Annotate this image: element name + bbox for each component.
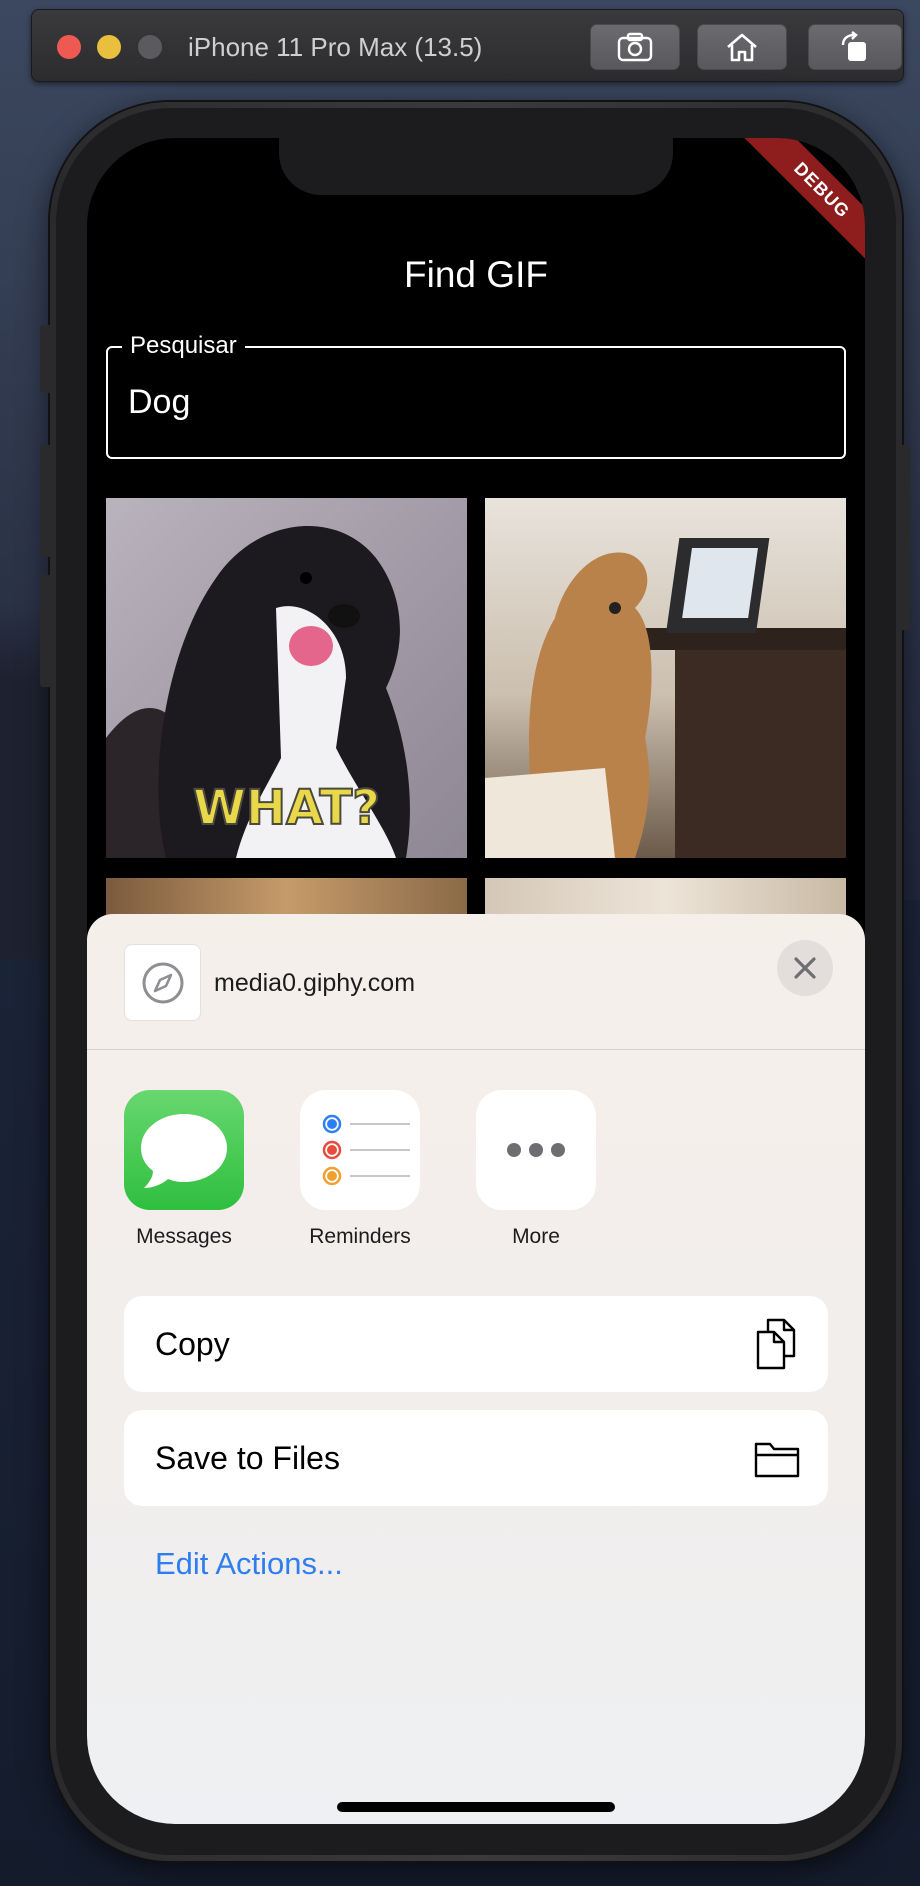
share-sheet: media0.giphy.com Messages Reminders More… — [87, 914, 865, 1824]
search-value[interactable]: Dog — [128, 380, 190, 424]
home-indicator[interactable] — [337, 1802, 615, 1812]
gif-tile[interactable] — [106, 878, 467, 918]
edit-actions-link[interactable]: Edit Actions... — [155, 1544, 343, 1584]
share-messages-button[interactable] — [124, 1090, 244, 1210]
share-app-label: More — [512, 1225, 560, 1248]
mute-switch — [40, 325, 54, 393]
app-title: Find GIF — [404, 254, 548, 295]
volume-down-button — [40, 575, 54, 687]
home-icon — [727, 33, 757, 62]
close-icon — [794, 957, 816, 979]
share-url-host: media0.giphy.com — [214, 969, 416, 997]
close-share-sheet-button[interactable] — [777, 940, 833, 996]
folder-icon — [754, 1442, 800, 1478]
compass-icon — [142, 962, 183, 1003]
copy-icon — [756, 1318, 796, 1370]
action-label: Save to Files — [155, 1440, 340, 1476]
simulator-title: iPhone 11 Pro Max (13.5) — [188, 32, 483, 62]
share-app-label: Reminders — [309, 1225, 411, 1248]
camera-icon — [617, 32, 653, 62]
messages-icon — [141, 1114, 227, 1188]
share-sheet-header: media0.giphy.com — [87, 914, 865, 1050]
notch — [279, 138, 673, 195]
share-app-label: Messages — [136, 1225, 232, 1248]
shiba-laptop-gif-image — [485, 538, 846, 858]
rotate-icon — [841, 31, 866, 61]
reminders-icon — [322, 1114, 410, 1186]
copy-action-button[interactable]: Copy — [124, 1296, 828, 1392]
device-screen: DEBUG Find GIF Pesquisar Dog WHAT? media… — [87, 138, 865, 1824]
rotate-button[interactable] — [808, 24, 902, 70]
site-thumbnail — [124, 944, 201, 1021]
minimize-window-button[interactable] — [97, 35, 121, 59]
gif-caption: WHAT? — [192, 779, 381, 837]
zoom-window-button[interactable] — [138, 35, 162, 59]
gif-tile[interactable]: WHAT? — [106, 498, 467, 858]
more-icon — [507, 1143, 565, 1157]
gif-tile[interactable] — [485, 498, 846, 858]
search-label: Pesquisar — [122, 332, 245, 360]
share-more-button[interactable] — [476, 1090, 596, 1210]
power-button — [898, 445, 910, 630]
simulator-toolbar: iPhone 11 Pro Max (13.5) — [31, 9, 904, 82]
search-input[interactable]: Pesquisar Dog — [106, 332, 846, 459]
volume-up-button — [40, 445, 54, 557]
save-to-files-button[interactable]: Save to Files — [124, 1410, 828, 1506]
home-button[interactable] — [697, 24, 787, 70]
close-window-button[interactable] — [57, 35, 81, 59]
share-reminders-button[interactable] — [300, 1090, 420, 1210]
action-label: Copy — [155, 1326, 230, 1362]
gif-tile[interactable] — [485, 878, 846, 918]
screenshot-button[interactable] — [590, 24, 680, 70]
